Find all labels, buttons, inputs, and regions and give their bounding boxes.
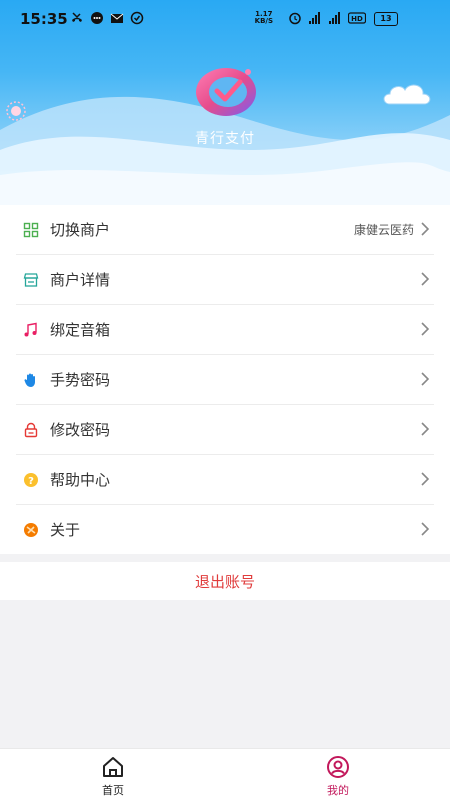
network-speed-unit: KB/S xyxy=(254,17,273,25)
menu-item-label: 关于 xyxy=(50,521,81,539)
alarm-icon xyxy=(289,12,301,25)
battery-indicator: 13 xyxy=(374,12,398,26)
music-note-icon xyxy=(22,321,40,339)
svg-text:?: ? xyxy=(28,476,34,487)
menu-item-label: 商户详情 xyxy=(50,271,111,289)
brand-logo xyxy=(196,68,256,116)
store-icon xyxy=(22,271,40,289)
tab-home-label: 首页 xyxy=(102,784,124,797)
tab-mine[interactable]: 我的 xyxy=(298,755,378,798)
check-circle-icon xyxy=(130,11,144,25)
chevron-right-icon xyxy=(421,522,430,536)
menu-item-label: 帮助中心 xyxy=(50,471,111,489)
menu-item-label: 切换商户 xyxy=(50,221,111,239)
chevron-right-icon xyxy=(421,322,430,336)
mail-icon xyxy=(110,13,124,23)
message-icon xyxy=(91,12,103,24)
chevron-right-icon xyxy=(421,222,430,236)
menu-item-label: 手势密码 xyxy=(50,371,111,389)
menu-item-about[interactable]: 关于 xyxy=(16,505,434,554)
user-circle-icon xyxy=(327,756,349,778)
tab-mine-label: 我的 xyxy=(327,784,349,797)
tab-home[interactable]: 首页 xyxy=(73,755,153,798)
status-bar: 15:35 1.17 KB/S HD 13 xyxy=(0,0,450,36)
app-name: 青行支付 xyxy=(195,131,255,147)
chevron-right-icon xyxy=(421,272,430,286)
chevron-right-icon xyxy=(421,372,430,386)
profile-header: 15:35 1.17 KB/S HD 13 青行支付 xyxy=(0,0,450,205)
menu-item-bind-speaker[interactable]: 绑定音箱 xyxy=(16,305,434,355)
network-speed: 1.17 KB/S xyxy=(255,11,273,25)
hand-icon xyxy=(22,371,40,389)
grid-icon xyxy=(22,221,40,239)
hd-icon: HD xyxy=(348,12,366,24)
signal-icon xyxy=(329,12,340,24)
menu-item-label: 修改密码 xyxy=(50,421,111,439)
svg-text:HD: HD xyxy=(351,15,363,23)
current-merchant-name: 康健云医药 xyxy=(353,223,414,237)
sun-decoration-icon xyxy=(6,101,26,121)
bottom-tab-bar: 首页 我的 xyxy=(0,748,450,801)
logout-button[interactable]: 退出账号 xyxy=(0,562,450,600)
menu-item-switch-merchant[interactable]: 切换商户 康健云医药 xyxy=(16,205,434,255)
missed-call-icon xyxy=(72,12,82,22)
cloud-decoration-icon xyxy=(383,84,431,105)
menu-item-help-center[interactable]: ? 帮助中心 xyxy=(16,455,434,505)
menu-item-label: 绑定音箱 xyxy=(50,321,111,339)
settings-menu: 切换商户 康健云医药 商户详情 绑定音箱 手势密码 修改密码 ? 帮助中心 关于 xyxy=(0,205,450,554)
lock-icon xyxy=(22,421,40,439)
status-time: 15:35 xyxy=(20,10,68,28)
menu-item-gesture-password[interactable]: 手势密码 xyxy=(16,355,434,405)
help-icon: ? xyxy=(22,471,40,489)
chevron-right-icon xyxy=(421,422,430,436)
chevron-right-icon xyxy=(421,472,430,486)
home-icon xyxy=(103,757,123,777)
signal-icon xyxy=(309,12,320,24)
info-icon xyxy=(22,521,40,539)
menu-item-merchant-details[interactable]: 商户详情 xyxy=(16,255,434,305)
menu-item-change-password[interactable]: 修改密码 xyxy=(16,405,434,455)
